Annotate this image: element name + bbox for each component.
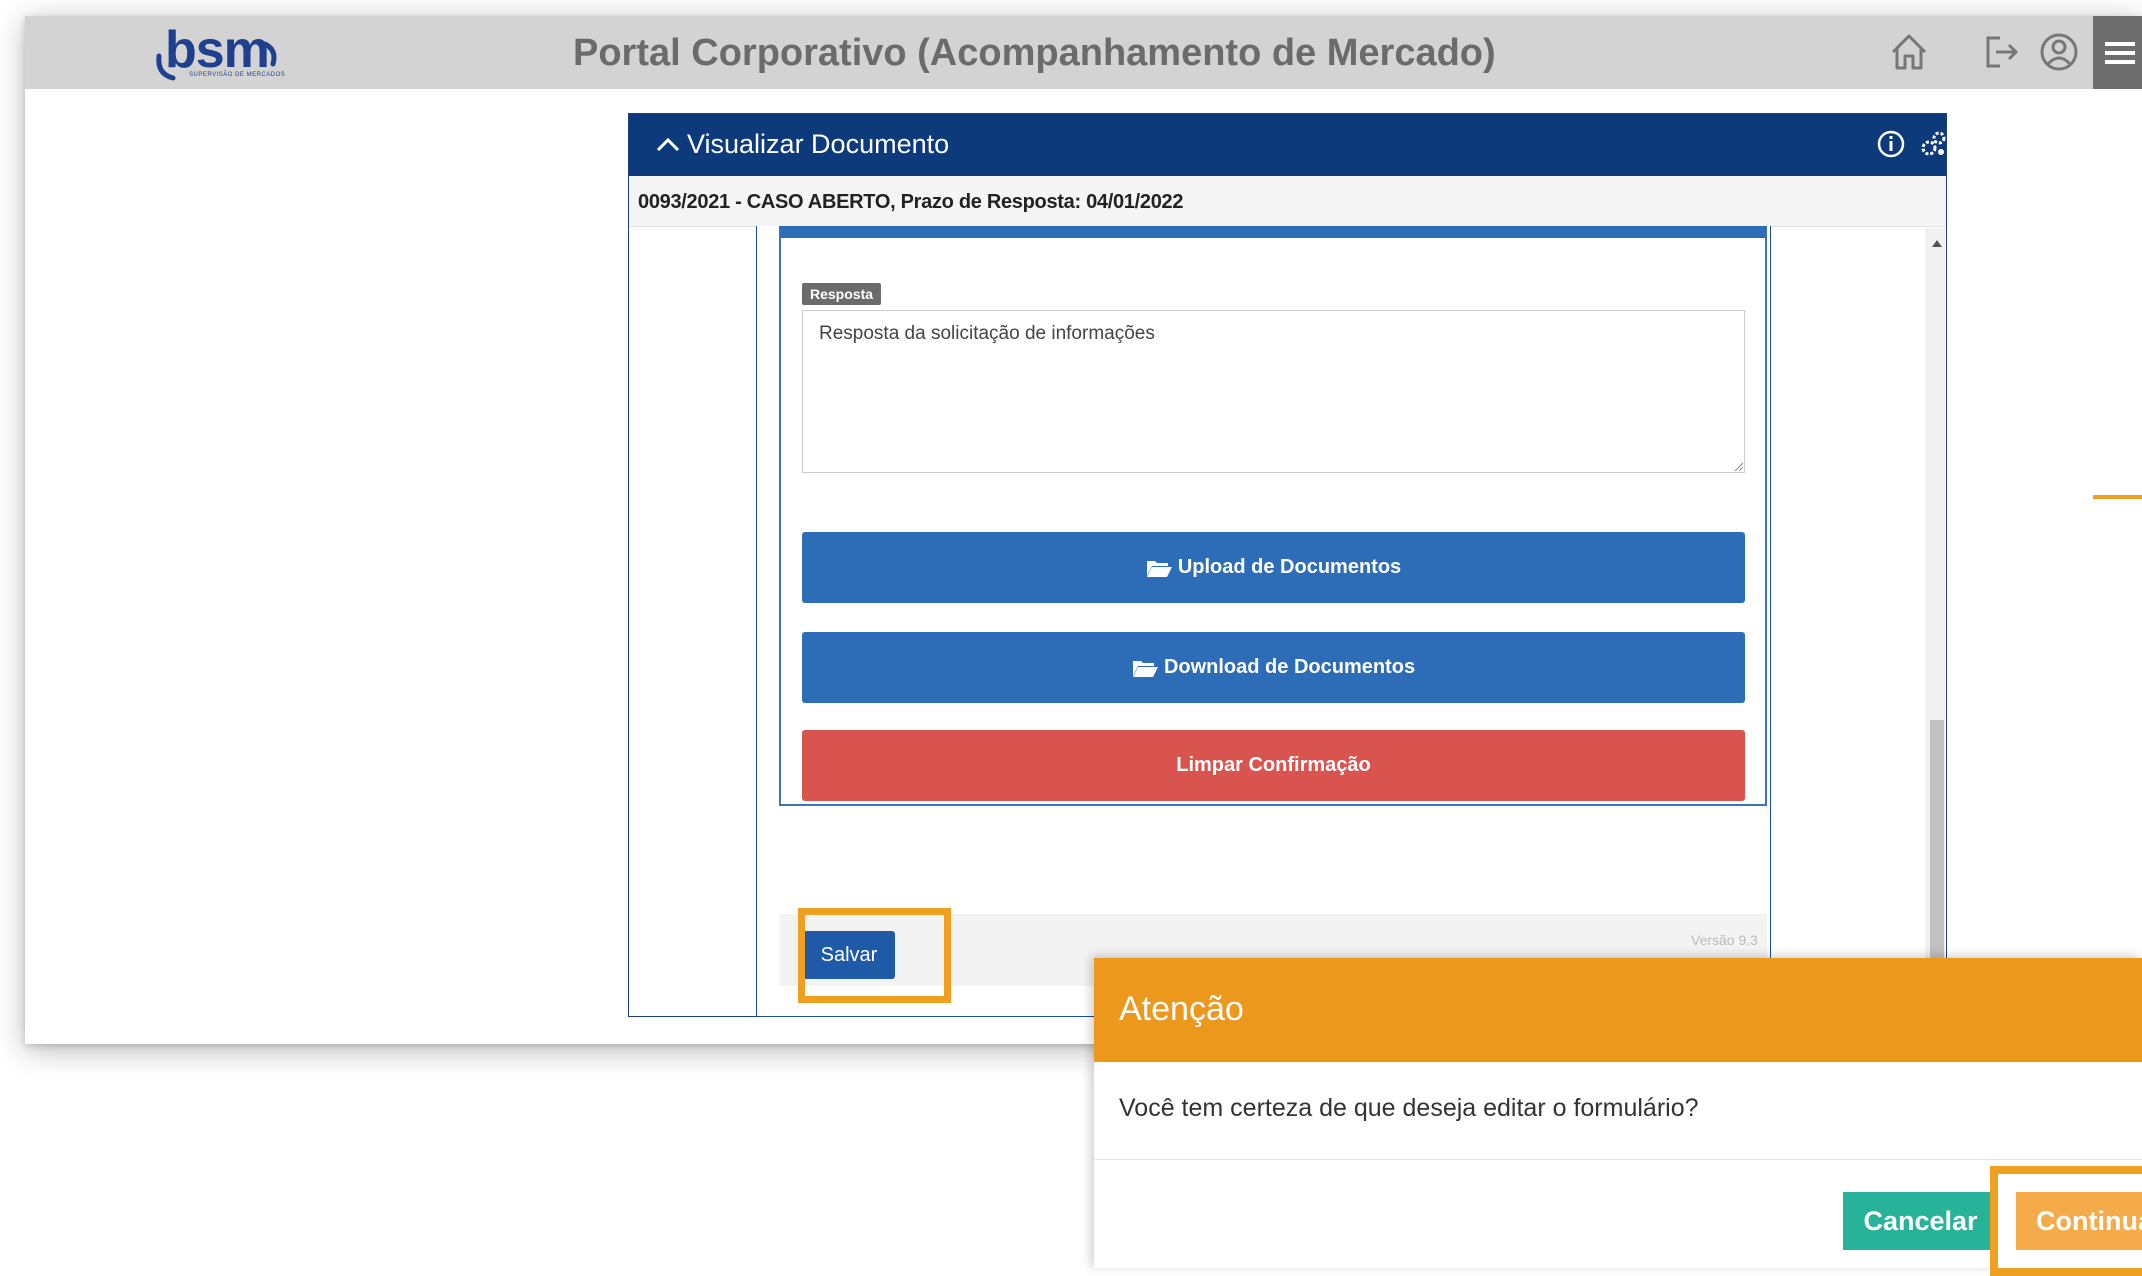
highlight-connector [2093, 495, 2142, 499]
download-documents-button[interactable]: Download de Documentos [802, 632, 1745, 703]
clear-confirmation-button[interactable]: Limpar Confirmação [802, 730, 1745, 801]
folder-open-icon [1132, 660, 1158, 677]
panel-title: Visualizar Documento [687, 129, 950, 159]
case-info-bar: 0093/2021 - CASO ABERTO, Prazo de Respos… [629, 176, 1946, 227]
scroll-up-arrow-icon[interactable] [1932, 240, 1942, 247]
dialog-header: Atenção [1094, 958, 2142, 1062]
response-textarea[interactable]: Resposta da solicitação de informações [802, 310, 1745, 473]
download-label: Download de Documentos [1163, 656, 1416, 678]
confirm-dialog: Atenção Você tem certeza de que deseja e… [1094, 958, 2142, 1268]
clear-label: Limpar Confirmação [1176, 754, 1371, 776]
case-info: 0093/2021 - CASO ABERTO, Prazo de Respos… [638, 191, 1184, 213]
dialog-title: Atenção [1119, 990, 1244, 1028]
portal-title: Portal Corporativo (Acompanhamento de Me… [573, 32, 1496, 74]
logout-icon[interactable] [1980, 30, 2024, 74]
response-label: Resposta [802, 283, 882, 305]
bsm-logo[interactable]: bsm SUPERVISÃO DE MERCADOS [156, 24, 295, 82]
dialog-divider [1094, 1159, 2142, 1160]
cancel-button[interactable]: Cancelar [1843, 1192, 1998, 1250]
menu-icon [2105, 42, 2135, 46]
top-bar: bsm SUPERVISÃO DE MERCADOS Portal Corpor… [25, 16, 2142, 89]
info-icon[interactable] [1875, 128, 1907, 160]
collapse-caret-icon[interactable] [653, 130, 683, 160]
menu-button[interactable] [2093, 16, 2142, 89]
resize-grip-icon[interactable] [1733, 461, 1743, 471]
upload-documents-button[interactable]: Upload de Documentos [802, 532, 1745, 603]
settings-icon[interactable] [1917, 128, 1949, 160]
home-icon[interactable] [1887, 30, 1931, 74]
logo-subtext: SUPERVISÃO DE MERCADOS [189, 72, 286, 78]
dialog-message: Você tem certeza de que deseja editar o … [1119, 1094, 1699, 1122]
user-icon[interactable] [2037, 30, 2081, 74]
panel-header: Visualizar Documento [629, 114, 1946, 176]
document-panel: Visualizar Documento 0093/2021 - CASO AB… [628, 113, 1947, 1017]
save-highlight-box [798, 908, 951, 1003]
continue-highlight-box [1990, 1166, 2142, 1276]
folder-open-icon [1146, 560, 1172, 577]
version-text: Versão 9.3 [1691, 932, 1758, 948]
screenshot-frame: bsm SUPERVISÃO DE MERCADOS Portal Corpor… [25, 16, 2142, 1044]
upload-label: Upload de Documentos [1177, 556, 1402, 578]
